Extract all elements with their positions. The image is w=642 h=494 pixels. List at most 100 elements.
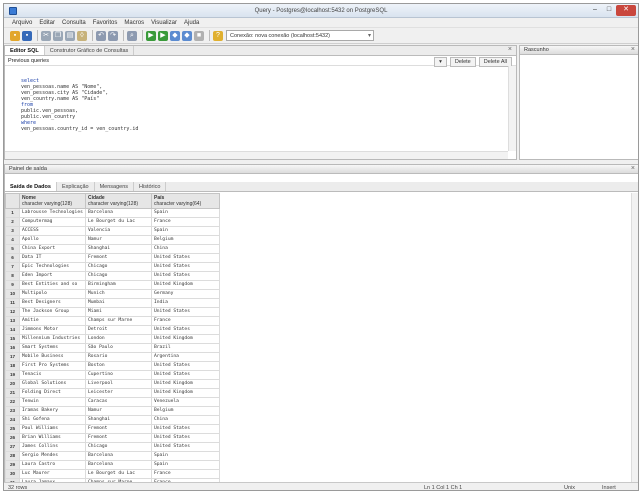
previous-queries-dropdown[interactable]: ▾ xyxy=(434,57,447,67)
cell-country[interactable]: Spain xyxy=(151,208,220,218)
menu-macros[interactable]: Macros xyxy=(121,18,148,27)
cell-city[interactable]: Shanghai xyxy=(85,415,152,425)
open-file-icon[interactable]: ▪ xyxy=(10,30,20,41)
cell-country[interactable]: United States xyxy=(151,442,220,452)
table-row[interactable]: 9 Best Entities and so Birmingham United Ki… xyxy=(5,280,220,290)
cell-city[interactable]: Fremont xyxy=(85,253,152,263)
cell-country[interactable]: United Kingdom xyxy=(151,280,220,290)
cell-country[interactable]: United States xyxy=(151,361,220,371)
table-row[interactable]: 10 Multipolo Munich Germany xyxy=(5,289,220,299)
cell-name[interactable]: Epic Technologies xyxy=(19,262,86,272)
cell-country[interactable]: United States xyxy=(151,433,220,443)
cell-city[interactable]: Le Bourget du Lac xyxy=(85,217,152,227)
paste-icon[interactable]: ▤ xyxy=(65,30,75,41)
cell-city[interactable]: Namur xyxy=(85,406,152,416)
cell-country[interactable]: India xyxy=(151,298,220,308)
cell-country[interactable]: France xyxy=(151,469,220,479)
table-row[interactable]: 13 Amitie Champs sur Marne France xyxy=(5,316,220,326)
cell-country[interactable]: Brazil xyxy=(151,343,220,353)
cell-country[interactable]: Argentina xyxy=(151,352,220,362)
cell-city[interactable]: Namur xyxy=(85,235,152,245)
cell-city[interactable]: Valencia xyxy=(85,226,152,236)
cell-name[interactable]: Amitie xyxy=(19,316,86,326)
cell-country[interactable]: United States xyxy=(151,262,220,272)
cell-city[interactable]: Chicago xyxy=(85,262,152,272)
cell-name[interactable]: The Jackson Group xyxy=(19,307,86,317)
table-row[interactable]: 17 Mobile Business Rosario Argentina xyxy=(5,352,220,362)
cell-name[interactable]: First Pro Systems xyxy=(19,361,86,371)
cell-country[interactable]: Germany xyxy=(151,289,220,299)
cell-name[interactable]: James Collins xyxy=(19,442,86,452)
table-row[interactable]: 3 ACCESS Valencia Spain xyxy=(5,226,220,236)
cell-name[interactable]: Tenacis xyxy=(19,370,86,380)
table-row[interactable]: 26 Brian Williams Fremont United States xyxy=(5,433,220,443)
delete-button[interactable]: Delete xyxy=(449,57,476,67)
table-row[interactable]: 11 Best Designers Mumbai India xyxy=(5,298,220,308)
table-row[interactable]: 29 Laura Castro Barcelona Spain xyxy=(5,460,220,470)
cell-name[interactable]: Paul Williams xyxy=(19,424,86,434)
cell-country[interactable]: United States xyxy=(151,307,220,317)
cell-country[interactable]: Venezuela xyxy=(151,397,220,407)
cell-name[interactable]: Folding Direct xyxy=(19,388,86,398)
table-row[interactable]: 4 Apollo Namur Belgium xyxy=(5,235,220,245)
cell-name[interactable]: Shi Gofena xyxy=(19,415,86,425)
cell-name[interactable]: Apollo xyxy=(19,235,86,245)
cell-country[interactable]: China xyxy=(151,415,220,425)
table-row[interactable]: 21 Folding Direct Leicester United Kingdom xyxy=(5,388,220,398)
cell-name[interactable]: Data IT xyxy=(19,253,86,263)
cell-country[interactable]: Spain xyxy=(151,460,220,470)
table-row[interactable]: 20 Global Solutions Liverpool United Kingdo… xyxy=(5,379,220,389)
panel-close-icon[interactable]: × xyxy=(508,46,512,53)
cell-country[interactable]: United States xyxy=(151,424,220,434)
table-row[interactable]: 6 Data IT Fremont United States xyxy=(5,253,220,263)
table-row[interactable]: 18 First Pro Systems Boston United States xyxy=(5,361,220,371)
cell-name[interactable]: ACCESS xyxy=(19,226,86,236)
tab-messages[interactable]: Mensagens xyxy=(95,182,135,191)
cell-name[interactable]: Millennium Industries xyxy=(19,334,86,344)
cell-city[interactable]: São Paulo xyxy=(85,343,152,353)
explain-icon[interactable]: ◆ xyxy=(170,30,180,41)
cell-country[interactable]: France xyxy=(151,316,220,326)
column-header[interactable]: Nome character varying(128) xyxy=(19,193,86,209)
cell-name[interactable]: Multipolo xyxy=(19,289,86,299)
cell-country[interactable]: United States xyxy=(151,325,220,335)
panel-close-icon[interactable]: × xyxy=(631,165,635,172)
tab-graphical-query-builder[interactable]: Construtor Gráfico de Consultas xyxy=(45,46,135,55)
column-header[interactable]: Cidade character varying(128) xyxy=(85,193,152,209)
close-icon[interactable]: ✕ xyxy=(616,5,636,16)
cell-city[interactable]: Munich xyxy=(85,289,152,299)
find-icon[interactable]: ⌕ xyxy=(127,30,137,41)
connection-select[interactable]: Conexão: nova conexão (localhost:5432) ▾ xyxy=(226,30,374,41)
cell-country[interactable]: United States xyxy=(151,271,220,281)
cell-country[interactable]: United States xyxy=(151,370,220,380)
table-row[interactable]: 2 Computermag Le Bourget du Lac France xyxy=(5,217,220,227)
table-row[interactable]: 23 Iramas Bakery Namur Belgium xyxy=(5,406,220,416)
table-row[interactable]: 28 Sergio Mendes Barcelona Spain xyxy=(5,451,220,461)
undo-icon[interactable]: ↶ xyxy=(96,30,106,41)
cell-name[interactable]: Iramas Bakery xyxy=(19,406,86,416)
delete-all-button[interactable]: Delete All xyxy=(478,57,512,67)
table-row[interactable]: 5 China Export Shanghai China xyxy=(5,244,220,254)
copy-icon[interactable]: ❐ xyxy=(53,30,63,41)
cell-city[interactable]: Barcelona xyxy=(85,451,152,461)
table-row[interactable]: 24 Shi Gofena Shanghai China xyxy=(5,415,220,425)
execute-icon[interactable]: ▶ xyxy=(146,30,156,41)
table-row[interactable]: 8 Eden Import Chicago United States xyxy=(5,271,220,281)
cell-city[interactable]: Caracas xyxy=(85,397,152,407)
table-row[interactable]: 15 Millennium Industries London United King… xyxy=(5,334,220,344)
save-icon[interactable]: ▪ xyxy=(22,30,32,41)
cell-city[interactable]: Champs sur Marne xyxy=(85,316,152,326)
cell-name[interactable]: Labrousse Technologies xyxy=(19,208,86,218)
table-row[interactable]: 25 Paul Williams Fremont United States xyxy=(5,424,220,434)
cell-name[interactable]: Best Designers xyxy=(19,298,86,308)
cell-country[interactable]: Spain xyxy=(151,451,220,461)
cell-name[interactable]: Global Solutions xyxy=(19,379,86,389)
grid-vertical-scrollbar[interactable] xyxy=(631,193,638,483)
cell-name[interactable]: Eden Import xyxy=(19,271,86,281)
table-row[interactable]: 27 James Collins Chicago United States xyxy=(5,442,220,452)
cell-name[interactable]: Laura Castro xyxy=(19,460,86,470)
cell-city[interactable]: Liverpool xyxy=(85,379,152,389)
panel-close-icon[interactable]: × xyxy=(631,46,635,53)
cell-city[interactable]: Miami xyxy=(85,307,152,317)
cell-city[interactable]: Chicago xyxy=(85,271,152,281)
